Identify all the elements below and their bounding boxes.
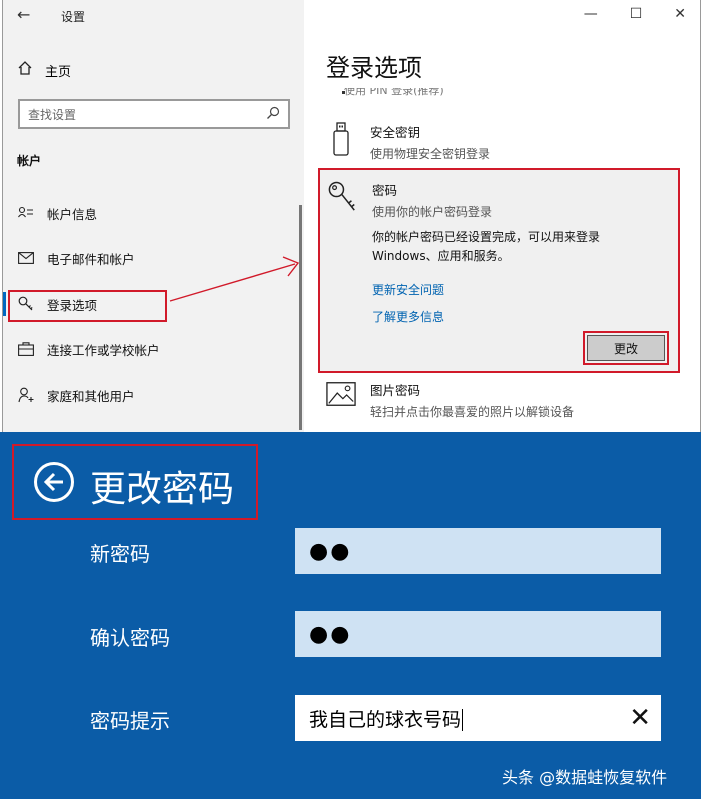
section-label: 帐户 bbox=[17, 154, 42, 168]
pin-option-partial[interactable]: 使用 PIN 登录(推荐) bbox=[344, 88, 444, 97]
home-nav[interactable]: 主页 bbox=[17, 60, 71, 80]
minimize-button[interactable]: — bbox=[584, 6, 598, 22]
sidebar-item-label: 帐户信息 bbox=[47, 206, 98, 222]
password-title: 密码 bbox=[372, 183, 398, 198]
password-hint-field[interactable]: 我自己的球衣号码 ✕ bbox=[295, 695, 661, 741]
dialog-title-highlight: 更改密码 bbox=[12, 444, 258, 520]
picture-password-desc: 轻扫并点击你最喜爱的照片以解锁设备 bbox=[370, 405, 575, 419]
sidebar-item-family[interactable]: 家庭和其他用户 bbox=[17, 383, 135, 407]
sidebar-item-account-info[interactable]: 帐户信息 bbox=[17, 201, 97, 225]
back-circle-icon[interactable] bbox=[34, 462, 74, 502]
password-hint-label: 密码提示 bbox=[90, 709, 170, 733]
back-button[interactable]: ← bbox=[17, 5, 30, 24]
security-key-option[interactable]: 安全密钥 使用物理安全密钥登录 bbox=[326, 122, 490, 162]
sidebar-item-label: 连接工作或学校帐户 bbox=[47, 342, 160, 358]
text-cursor bbox=[462, 709, 464, 731]
sidebar-item-work-school[interactable]: 连接工作或学校帐户 bbox=[17, 337, 160, 361]
new-password-field[interactable]: ●● bbox=[295, 528, 661, 574]
sidebar-item-label: 电子邮件和帐户 bbox=[47, 251, 135, 267]
password-panel[interactable]: 密码 使用你的帐户密码登录 你的帐户密码已经设置完成，可以用来登录 Window… bbox=[318, 168, 680, 373]
confirm-password-label: 确认密码 bbox=[90, 626, 170, 650]
sidebar-item-label: 家庭和其他用户 bbox=[47, 388, 135, 404]
search-icon bbox=[266, 106, 280, 123]
new-password-value: ●● bbox=[309, 538, 352, 564]
security-key-title: 安全密钥 bbox=[370, 125, 421, 140]
watermark: 头条 @数据蛙恢复软件 bbox=[502, 768, 668, 787]
settings-sidebar: ← 设置 主页 查找设置 帐户 帐户信息 电子邮件和帐户 登录选项 连接工作或学… bbox=[2, 0, 304, 432]
picture-password-title: 图片密码 bbox=[370, 383, 421, 398]
person-add-icon bbox=[17, 387, 35, 403]
maximize-button[interactable]: ☐ bbox=[630, 6, 643, 22]
clear-icon[interactable]: ✕ bbox=[629, 703, 651, 733]
password-hint-value: 我自己的球衣号码 bbox=[309, 708, 462, 731]
sidebar-scrollbar[interactable] bbox=[299, 205, 302, 430]
search-input[interactable]: 查找设置 bbox=[18, 99, 290, 129]
close-button[interactable]: ✕ bbox=[674, 6, 686, 22]
new-password-label: 新密码 bbox=[90, 542, 150, 566]
home-icon bbox=[17, 60, 33, 80]
app-title: 设置 bbox=[61, 10, 86, 24]
learn-more-link[interactable]: 了解更多信息 bbox=[372, 308, 444, 325]
key-icon bbox=[328, 180, 358, 220]
dialog-title: 更改密码 bbox=[90, 469, 235, 510]
home-label: 主页 bbox=[45, 64, 72, 80]
settings-content: — ☐ ✕ 登录选项 使用 PIN 登录(推荐) 安全密钥 使用物理安全密钥登录… bbox=[304, 0, 701, 432]
briefcase-icon bbox=[17, 342, 35, 356]
password-option-header: 密码 使用你的帐户密码登录 bbox=[328, 180, 492, 220]
change-button-highlight: 更改 bbox=[583, 331, 669, 365]
person-card-icon bbox=[17, 206, 35, 220]
confirm-password-field[interactable]: ●● bbox=[295, 611, 661, 657]
settings-window: ← 设置 主页 查找设置 帐户 帐户信息 电子邮件和帐户 登录选项 连接工作或学… bbox=[0, 0, 701, 432]
change-button[interactable]: 更改 bbox=[587, 335, 665, 361]
confirm-password-value: ●● bbox=[309, 621, 352, 647]
change-password-dialog: 更改密码 新密码 ●● 确认密码 ●● 密码提示 我自己的球衣号码 ✕ 头条 @… bbox=[0, 432, 701, 799]
picture-password-option[interactable]: 图片密码 轻扫并点击你最喜爱的照片以解锁设备 bbox=[326, 380, 574, 420]
security-key-desc: 使用物理安全密钥登录 bbox=[370, 147, 491, 161]
sidebar-item-email[interactable]: 电子邮件和帐户 bbox=[17, 246, 135, 270]
password-info: 你的帐户密码已经设置完成，可以用来登录 Windows、应用和服务。 bbox=[372, 230, 601, 263]
usb-key-icon bbox=[326, 122, 356, 162]
update-security-questions-link[interactable]: 更新安全问题 bbox=[372, 281, 444, 298]
window-controls: — ☐ ✕ bbox=[584, 6, 686, 22]
picture-icon bbox=[326, 380, 356, 420]
sign-in-options-highlight bbox=[8, 290, 167, 322]
search-placeholder: 查找设置 bbox=[28, 107, 77, 122]
password-desc: 使用你的帐户密码登录 bbox=[372, 205, 493, 219]
mail-icon bbox=[17, 252, 35, 264]
page-title: 登录选项 bbox=[326, 54, 422, 82]
